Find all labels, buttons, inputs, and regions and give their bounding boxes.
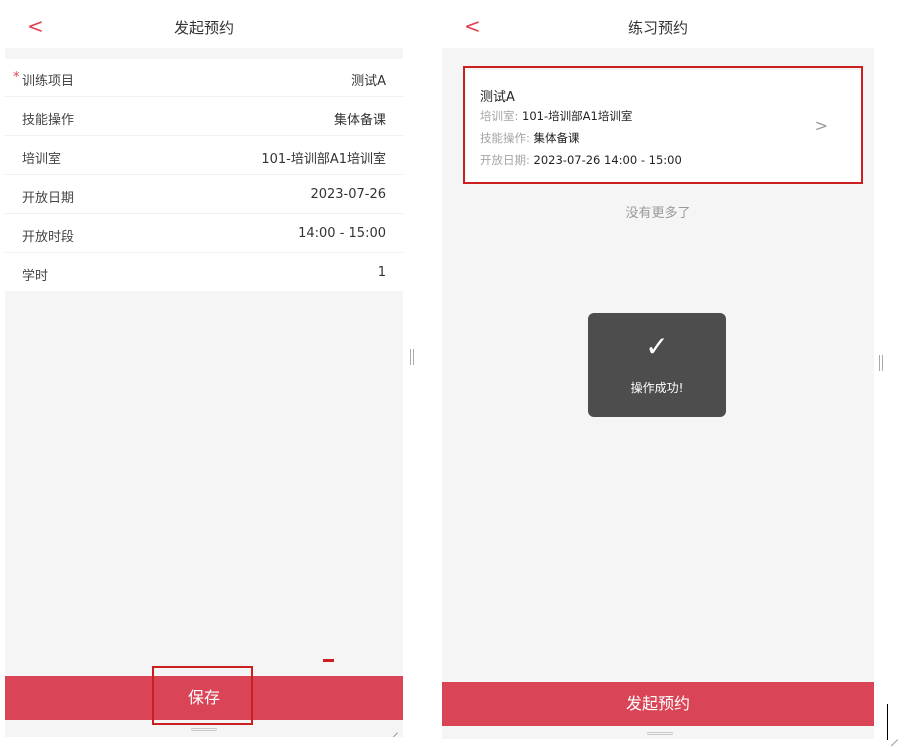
form-label: 开放日期 xyxy=(22,191,75,206)
form-row-credit-hours: 学时 1 xyxy=(5,254,403,292)
resize-handle-icon[interactable] xyxy=(390,725,398,733)
annotation-dash xyxy=(323,659,334,662)
highlight-box-save xyxy=(152,666,253,725)
form-value: 2023-07-26 xyxy=(310,187,386,202)
text-caret xyxy=(887,704,888,740)
form-label: 开放时段 xyxy=(22,230,75,245)
form-label: 技能操作 xyxy=(22,113,75,128)
pane-splitter-grip[interactable] xyxy=(410,349,414,365)
home-indicator xyxy=(191,728,217,731)
form-value: 1 xyxy=(377,265,386,280)
booking-form: * 训练项目 测试A 技能操作 集体备课 培训室 101-培训部A1培训室 开放日… xyxy=(5,59,403,291)
highlight-box-card xyxy=(463,66,863,184)
no-more-text: 没有更多了 xyxy=(625,206,691,221)
form-value: 101-培训部A1培训室 xyxy=(261,152,386,167)
resize-handle-icon[interactable] xyxy=(890,732,898,740)
initiate-booking-button[interactable]: 发起预约 xyxy=(442,682,874,726)
right-nav-bar: < 练习预约 xyxy=(442,6,874,48)
left-phone-screen: < 发起预约 * 训练项目 测试A 技能操作 集体备课 培训室 101-培训部A1… xyxy=(5,6,403,737)
form-value: 测试A xyxy=(351,74,386,89)
page-title: 发起预约 xyxy=(173,19,234,37)
form-value: 集体备课 xyxy=(333,113,386,128)
left-nav-bar: < 发起预约 xyxy=(5,6,403,48)
check-icon: ✓ xyxy=(645,330,669,363)
form-label: 学时 xyxy=(22,269,49,284)
page-title: 练习预约 xyxy=(627,19,688,37)
form-value: 14:00 - 15:00 xyxy=(298,226,386,241)
form-label: * 训练项目 xyxy=(13,70,75,89)
form-row-skill-operation[interactable]: 技能操作 集体备课 xyxy=(5,98,403,136)
form-label: 培训室 xyxy=(22,152,62,167)
form-row-open-time[interactable]: 开放时段 14:00 - 15:00 xyxy=(5,215,403,253)
success-toast: ✓ 操作成功! xyxy=(588,313,726,417)
form-row-training-room[interactable]: 培训室 101-培训部A1培训室 xyxy=(5,137,403,175)
pane-splitter-grip[interactable] xyxy=(879,355,883,371)
form-row-open-date[interactable]: 开放日期 2023-07-26 xyxy=(5,176,403,214)
form-row-training-item[interactable]: * 训练项目 测试A xyxy=(5,59,403,97)
toast-message: 操作成功! xyxy=(630,381,684,395)
required-mark: * xyxy=(13,70,20,85)
home-indicator xyxy=(647,732,673,735)
